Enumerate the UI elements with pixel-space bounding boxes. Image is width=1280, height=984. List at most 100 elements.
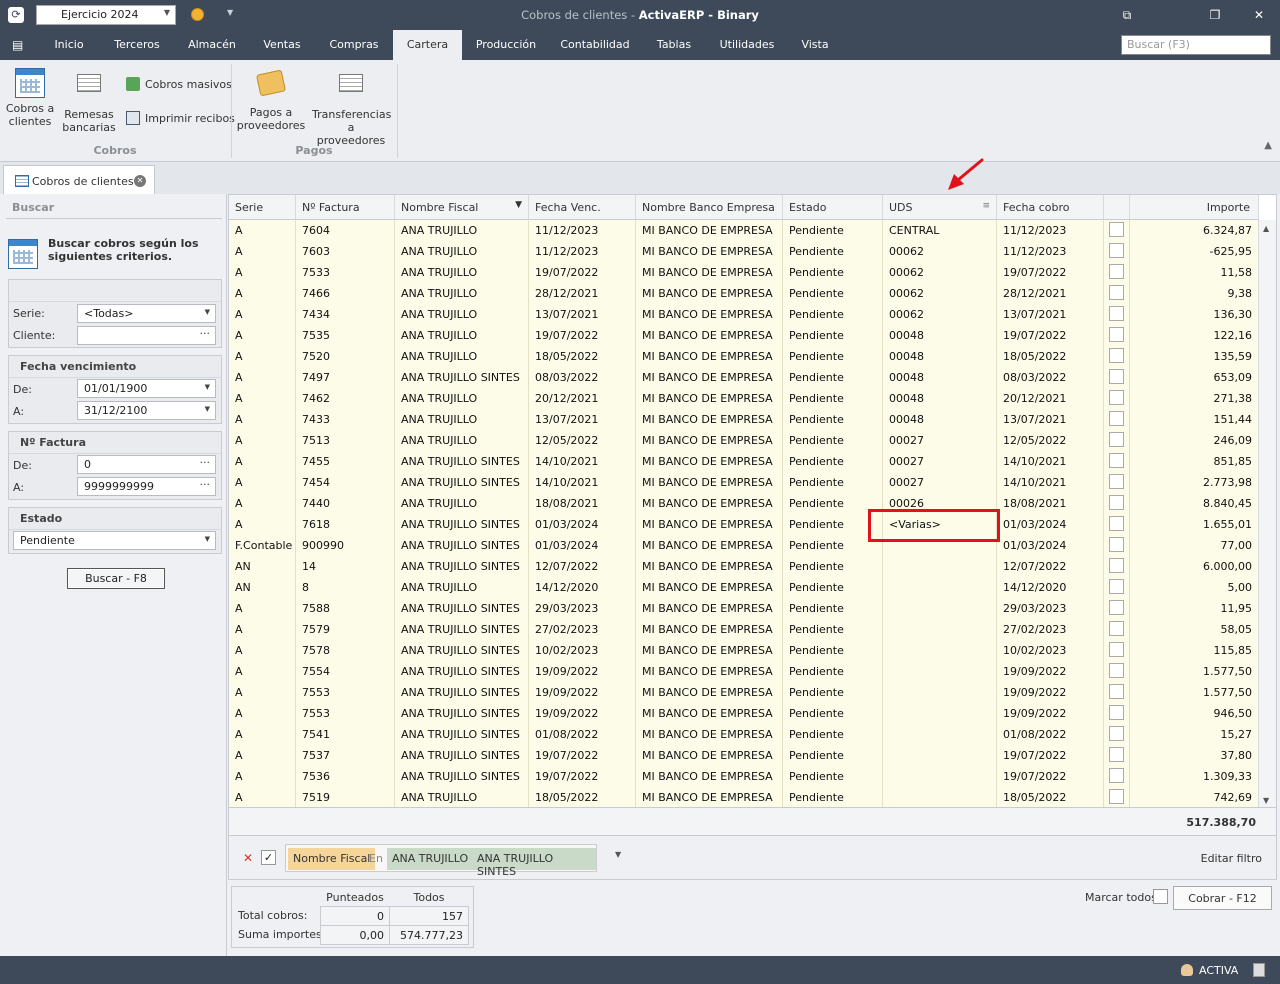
row-checkbox[interactable] — [1109, 768, 1124, 783]
row-checkbox[interactable] — [1109, 516, 1124, 531]
ellipsis-icon[interactable]: ··· — [200, 327, 211, 340]
table-row[interactable]: A 7520 ANA TRUJILLO 18/05/2022 MI BANCO DE E… — [229, 346, 1259, 367]
cobros-clientes-button[interactable]: Cobros a clientes — [4, 68, 56, 128]
column-header-factura[interactable]: Nº Factura — [296, 195, 395, 220]
estado-select[interactable]: Pendiente ▼ — [13, 531, 216, 550]
collapse-ribbon-icon[interactable]: ▲ — [1264, 140, 1272, 151]
table-row[interactable]: A 7588 ANA TRUJILLO SINTES 29/03/2023 MI BAN… — [229, 598, 1259, 619]
row-checkbox[interactable] — [1109, 495, 1124, 510]
row-checkbox[interactable] — [1109, 243, 1124, 258]
menu-vista[interactable]: Vista — [794, 30, 836, 60]
column-header-serie[interactable]: Serie — [229, 195, 296, 220]
row-checkbox[interactable] — [1109, 789, 1124, 804]
table-row[interactable]: A 7513 ANA TRUJILLO 12/05/2022 MI BANCO DE E… — [229, 430, 1259, 451]
row-checkbox[interactable] — [1109, 663, 1124, 678]
factura-a-input[interactable]: 9999999999 ··· — [77, 477, 216, 496]
menu-terceros[interactable]: Terceros — [104, 30, 170, 60]
scroll-up-icon[interactable]: ▲ — [1263, 224, 1269, 233]
cobros-masivos-button[interactable]: Cobros masivos — [126, 77, 232, 91]
remesas-button[interactable]: Remesas bancarias — [62, 68, 116, 134]
sort-icon[interactable]: ≡ — [982, 201, 990, 211]
menu-inicio[interactable]: Inicio — [44, 30, 94, 60]
row-checkbox[interactable] — [1109, 411, 1124, 426]
table-row[interactable]: A 7537 ANA TRUJILLO SINTES 19/07/2022 MI BAN… — [229, 745, 1259, 766]
row-checkbox[interactable] — [1109, 600, 1124, 615]
buscar-button[interactable]: Buscar - F8 — [67, 568, 165, 589]
close-tab-icon[interactable]: ✕ — [134, 175, 146, 187]
row-checkbox[interactable] — [1109, 369, 1124, 384]
row-checkbox[interactable] — [1109, 642, 1124, 657]
table-row[interactable]: A 7553 ANA TRUJILLO SINTES 19/09/2022 MI BAN… — [229, 682, 1259, 703]
vertical-scrollbar[interactable]: ▲ ▼ — [1258, 220, 1276, 807]
table-row[interactable]: A 7618 ANA TRUJILLO SINTES 01/03/2024 MI BAN… — [229, 514, 1259, 535]
row-checkbox[interactable] — [1109, 348, 1124, 363]
menu-utilidades[interactable]: Utilidades — [712, 30, 782, 60]
global-search-input[interactable]: Buscar (F3) — [1121, 35, 1271, 55]
filter-operator[interactable]: En — [366, 848, 388, 870]
table-row[interactable]: A 7454 ANA TRUJILLO SINTES 14/10/2021 MI BAN… — [229, 472, 1259, 493]
column-header-check[interactable] — [1104, 195, 1130, 220]
ellipsis-icon[interactable]: ··· — [200, 456, 211, 469]
column-header-fecha-cobro[interactable]: Fecha cobro — [997, 195, 1104, 220]
table-row[interactable]: A 7466 ANA TRUJILLO 28/12/2021 MI BANCO DE E… — [229, 283, 1259, 304]
table-row[interactable]: A 7433 ANA TRUJILLO 13/07/2021 MI BANCO DE E… — [229, 409, 1259, 430]
transferencias-button[interactable]: Transferencias a proveedores — [312, 68, 391, 147]
row-checkbox[interactable] — [1109, 726, 1124, 741]
filter-value-chip[interactable]: ANA TRUJILLO — [387, 848, 474, 870]
filter-history-dropdown-icon[interactable]: ▼ — [615, 850, 621, 859]
row-checkbox[interactable] — [1109, 222, 1124, 237]
row-checkbox[interactable] — [1109, 327, 1124, 342]
row-checkbox[interactable] — [1109, 453, 1124, 468]
row-checkbox[interactable] — [1109, 306, 1124, 321]
table-row[interactable]: A 7497 ANA TRUJILLO SINTES 08/03/2022 MI BAN… — [229, 367, 1259, 388]
pagos-proveedores-button[interactable]: Pagos a proveedores — [236, 68, 306, 132]
table-row[interactable]: A 7541 ANA TRUJILLO SINTES 01/08/2022 MI BAN… — [229, 724, 1259, 745]
edit-filter-link[interactable]: Editar filtro — [1201, 852, 1262, 865]
row-checkbox[interactable] — [1109, 579, 1124, 594]
column-header-fecha-venc[interactable]: Fecha Venc. — [529, 195, 636, 220]
maximize-icon[interactable]: ❐ — [1206, 6, 1224, 24]
row-checkbox[interactable] — [1109, 684, 1124, 699]
column-header-nombre-fiscal[interactable]: Nombre Fiscal ▼ — [395, 195, 529, 220]
table-row[interactable]: AN 14 ANA TRUJILLO SINTES 12/07/2022 MI BANC… — [229, 556, 1259, 577]
row-checkbox[interactable] — [1109, 558, 1124, 573]
cliente-field[interactable]: ··· — [77, 326, 216, 345]
clipboard-icon[interactable] — [1253, 963, 1265, 977]
menu-tablas[interactable]: Tablas — [648, 30, 700, 60]
row-checkbox[interactable] — [1109, 285, 1124, 300]
fecha-de-input[interactable]: 01/01/1900 ▼ — [77, 379, 216, 398]
row-checkbox[interactable] — [1109, 621, 1124, 636]
row-checkbox[interactable] — [1109, 705, 1124, 720]
restore-layout-icon[interactable]: ⧉ — [1118, 6, 1136, 24]
cobrar-button[interactable]: Cobrar - F12 — [1173, 886, 1272, 910]
table-row[interactable]: A 7519 ANA TRUJILLO 18/05/2022 MI BANCO DE E… — [229, 787, 1259, 807]
ellipsis-icon[interactable]: ··· — [200, 478, 211, 491]
close-icon[interactable]: ✕ — [1250, 6, 1268, 24]
enable-filter-checkbox[interactable]: ✓ — [261, 850, 276, 865]
column-header-uds[interactable]: UDS ≡ — [883, 195, 997, 220]
table-row[interactable]: F.Contable 900990 ANA TRUJILLO SINTES 01/03… — [229, 535, 1259, 556]
table-row[interactable]: A 7554 ANA TRUJILLO SINTES 19/09/2022 MI BAN… — [229, 661, 1259, 682]
menu-contabilidad[interactable]: Contabilidad — [554, 30, 636, 60]
factura-de-input[interactable]: 0 ··· — [77, 455, 216, 474]
filter-field-chip[interactable]: Nombre Fiscal — [288, 848, 376, 870]
scroll-down-icon[interactable]: ▼ — [1263, 796, 1269, 805]
row-checkbox[interactable] — [1109, 264, 1124, 279]
table-row[interactable]: A 7604 ANA TRUJILLO 11/12/2023 MI BANCO DE E… — [229, 220, 1259, 241]
row-checkbox[interactable] — [1109, 474, 1124, 489]
row-checkbox[interactable] — [1109, 537, 1124, 552]
filter-expression[interactable]: Nombre Fiscal En ANA TRUJILLO ANA TRUJIL… — [285, 844, 597, 878]
row-checkbox[interactable] — [1109, 432, 1124, 447]
marcar-todos-checkbox[interactable] — [1153, 889, 1168, 904]
menu-ventas[interactable]: Ventas — [254, 30, 310, 60]
filter-value-chip[interactable]: ANA TRUJILLO SINTES — [472, 848, 596, 878]
table-row[interactable]: A 7535 ANA TRUJILLO 19/07/2022 MI BANCO DE E… — [229, 325, 1259, 346]
table-row[interactable]: A 7578 ANA TRUJILLO SINTES 10/02/2023 MI BAN… — [229, 640, 1259, 661]
fecha-a-input[interactable]: 31/12/2100 ▼ — [77, 401, 216, 420]
menu-produccion[interactable]: Producción — [470, 30, 542, 60]
table-row[interactable]: A 7579 ANA TRUJILLO SINTES 27/02/2023 MI BAN… — [229, 619, 1259, 640]
table-row[interactable]: A 7553 ANA TRUJILLO SINTES 19/09/2022 MI BAN… — [229, 703, 1259, 724]
table-row[interactable]: A 7536 ANA TRUJILLO SINTES 19/07/2022 MI BAN… — [229, 766, 1259, 787]
imprimir-recibos-button[interactable]: Imprimir recibos — [126, 111, 235, 125]
menu-cartera[interactable]: Cartera — [393, 30, 462, 60]
